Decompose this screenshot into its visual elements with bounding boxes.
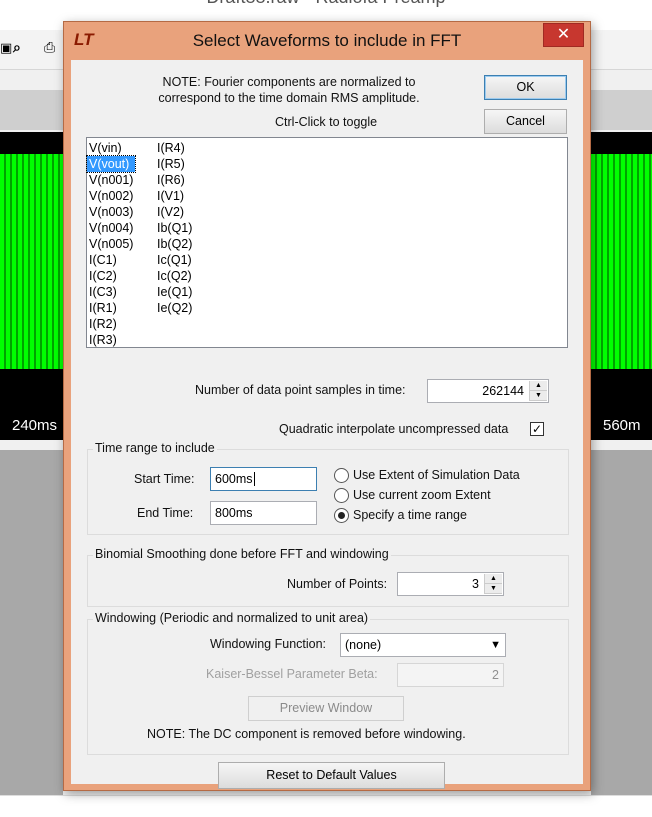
- samples-input[interactable]: 262144 ▲ ▼: [427, 379, 549, 403]
- windowing-group-label: Windowing (Periodic and normalized to un…: [93, 611, 371, 625]
- start-time-input[interactable]: 600ms: [210, 467, 317, 491]
- app-title: Draft88.raw - Radiofa Preamp: [0, 0, 652, 8]
- spin-up-icon[interactable]: ▲: [530, 381, 547, 391]
- trace-item[interactable]: I(C2): [87, 268, 135, 284]
- normalization-note: NOTE: Fourier components are normalized …: [158, 75, 420, 105]
- trace-item[interactable]: I(R3): [87, 332, 135, 348]
- reset-defaults-button[interactable]: Reset to Default Values: [218, 762, 445, 789]
- trace-item[interactable]: Ie(Q1): [155, 284, 194, 300]
- print-icon[interactable]: ⎙: [44, 39, 55, 56]
- time-range-group-label: Time range to include: [93, 441, 217, 455]
- binoculars-icon[interactable]: ⌕: [13, 39, 21, 56]
- quadratic-label: Quadratic interpolate uncompressed data: [279, 422, 509, 436]
- trace-item[interactable]: V(n005): [87, 236, 135, 252]
- radio-specify-range-label: Specify a time range: [353, 508, 467, 522]
- dialog-title: Select Waveforms to include in FFT: [192, 31, 462, 50]
- samples-label: Number of data point samples in time:: [195, 383, 406, 397]
- waveform-plot-left[interactable]: [0, 132, 63, 412]
- spin-down-icon[interactable]: ▼: [485, 584, 502, 594]
- radio-specify-range[interactable]: [334, 508, 349, 523]
- window-function-label: Windowing Function:: [210, 637, 327, 651]
- trace-item[interactable]: Ib(Q1): [155, 220, 194, 236]
- trace-item[interactable]: Ie(Q2): [155, 300, 194, 316]
- trace-item[interactable]: I(R6): [155, 172, 194, 188]
- preview-window-button: Preview Window: [248, 696, 404, 721]
- trace-item[interactable]: Ib(Q2): [155, 236, 194, 252]
- radio-zoom-extent-label: Use current zoom Extent: [353, 488, 491, 502]
- trace-item[interactable]: Ic(Q1): [155, 252, 194, 268]
- window-function-select[interactable]: (none) ▼: [340, 633, 506, 657]
- trace-item[interactable]: I(V1): [155, 188, 194, 204]
- trace-column-1: V(vin) V(vout) V(n001) V(n002) V(n003) V(n004…: [85, 140, 137, 348]
- radio-extent-simulation-label: Use Extent of Simulation Data: [353, 468, 520, 482]
- points-label: Number of Points:: [287, 577, 388, 591]
- trace-item[interactable]: V(vout): [85, 155, 137, 173]
- dialog-titlebar[interactable]: LT Select Waveforms to include in FFT ✕: [64, 22, 590, 60]
- dc-removed-note: NOTE: The DC component is removed before…: [147, 727, 466, 741]
- spin-down-icon[interactable]: ▼: [530, 391, 547, 401]
- app-workspace-right: [591, 450, 652, 795]
- trace-item[interactable]: I(C3): [87, 284, 135, 300]
- trace-item[interactable]: I(C1): [87, 252, 135, 268]
- axis-label-right: 560m: [591, 412, 652, 440]
- cancel-button[interactable]: Cancel: [484, 109, 567, 134]
- toolbar-tool-icon[interactable]: ▣: [0, 40, 12, 56]
- quadratic-checkbox[interactable]: ✓: [530, 422, 544, 436]
- app-statusbar: [0, 795, 652, 817]
- trace-item[interactable]: I(R5): [155, 156, 194, 172]
- axis-label-left: 240ms: [0, 412, 63, 440]
- trace-item[interactable]: I(R1): [87, 300, 135, 316]
- radio-extent-simulation[interactable]: [334, 468, 349, 483]
- waveform-plot-right[interactable]: [591, 132, 652, 412]
- trace-item[interactable]: V(n002): [87, 188, 135, 204]
- spin-up-icon[interactable]: ▲: [485, 574, 502, 584]
- trace-item[interactable]: V(n003): [87, 204, 135, 220]
- trace-item[interactable]: V(n001): [87, 172, 135, 188]
- ok-button[interactable]: OK: [484, 75, 567, 100]
- points-spinner[interactable]: ▲ ▼: [484, 574, 502, 594]
- time-range-group: [87, 449, 569, 535]
- fft-dialog: LT Select Waveforms to include in FFT ✕ …: [63, 21, 591, 791]
- app-workspace-left: [0, 450, 63, 795]
- trace-item[interactable]: V(n004): [87, 220, 135, 236]
- beta-label: Kaiser-Bessel Parameter Beta:: [206, 667, 378, 681]
- radio-zoom-extent[interactable]: [334, 488, 349, 503]
- end-time-label: End Time:: [137, 506, 194, 520]
- trace-item[interactable]: Ic(Q2): [155, 268, 194, 284]
- trace-item[interactable]: I(V2): [155, 204, 194, 220]
- start-time-label: Start Time:: [134, 472, 195, 486]
- trace-item[interactable]: V(vin): [87, 140, 135, 156]
- trace-column-2: I(R4) I(R5) I(R6) I(V1) I(V2) Ib(Q1) Ib(Q2) Ic(…: [155, 140, 194, 316]
- beta-input: 2: [397, 663, 504, 687]
- dialog-body: NOTE: Fourier components are normalized …: [71, 60, 583, 789]
- samples-spinner[interactable]: ▲ ▼: [529, 381, 547, 401]
- trace-item[interactable]: I(R4): [155, 140, 194, 156]
- close-icon[interactable]: ✕: [543, 23, 584, 47]
- toggle-hint: Ctrl-Click to toggle: [275, 115, 378, 129]
- trace-item[interactable]: I(R2): [87, 316, 135, 332]
- end-time-input[interactable]: 800ms: [210, 501, 317, 525]
- chevron-down-icon[interactable]: ▼: [490, 634, 501, 656]
- smoothing-group-label: Binomial Smoothing done before FFT and w…: [93, 547, 391, 561]
- waveform-listbox[interactable]: V(vin) V(vout) V(n001) V(n002) V(n003) V(n004…: [85, 137, 568, 348]
- points-input[interactable]: 3 ▲ ▼: [397, 572, 504, 596]
